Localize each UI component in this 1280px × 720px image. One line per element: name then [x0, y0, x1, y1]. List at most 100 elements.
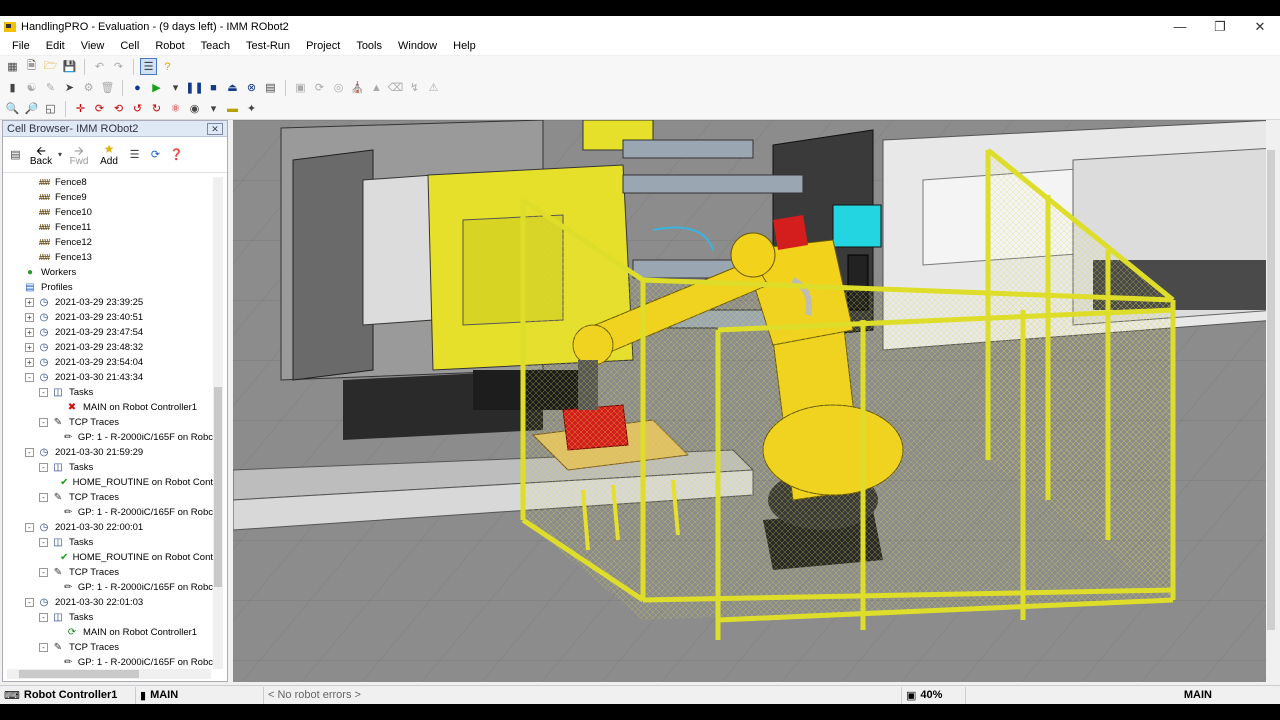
tree-item[interactable]: - ◷ 2021-03-30 22:00:01 [3, 520, 213, 535]
cell-3d-viewport[interactable] [233, 120, 1276, 682]
tree-horizontal-scrollbar[interactable] [7, 669, 211, 679]
forward-button[interactable]: 🡪 Fwd [66, 142, 92, 167]
zoom-window-icon[interactable]: ◱ [42, 100, 59, 117]
tree-item[interactable]: - ◫ Tasks [3, 460, 213, 475]
expand-icon[interactable]: + [25, 328, 34, 337]
tree-item[interactable]: ✏ GP: 1 - R-2000iC/165F on Robc [3, 580, 213, 595]
tree-item[interactable]: - ✎ TCP Traces [3, 565, 213, 580]
tree-item[interactable]: ✏ GP: 1 - R-2000iC/165F on Robc [3, 655, 213, 670]
maximize-icon[interactable]: ❐ [1200, 16, 1240, 37]
camera-icon[interactable]: ◉ [186, 100, 203, 117]
menu-test-run[interactable]: Test-Run [238, 40, 298, 52]
tree-item[interactable]: + ◷ 2021-03-29 23:54:04 [3, 355, 213, 370]
expand-icon[interactable]: + [25, 298, 34, 307]
tree-item[interactable]: ⟳ MAIN on Robot Controller1 [3, 625, 213, 640]
status-zoom[interactable]: ▣ 40% [902, 686, 966, 704]
play-options-icon[interactable]: ▾ [167, 79, 184, 96]
menu-help[interactable]: Help [445, 40, 484, 52]
tree-view-icon[interactable]: ☰ [126, 146, 143, 163]
eraser-icon[interactable]: ⌫ [387, 79, 404, 96]
tree-item[interactable]: + ◷ 2021-03-29 23:39:25 [3, 295, 213, 310]
tree-item[interactable]: ● Workers [3, 265, 213, 280]
tree-item[interactable]: - ◷ 2021-03-30 21:59:29 [3, 445, 213, 460]
collapse-icon[interactable]: - [39, 418, 48, 427]
tree-item[interactable]: - ◫ Tasks [3, 535, 213, 550]
tree-item[interactable]: ### Fence11 [3, 220, 213, 235]
status-program[interactable]: ▮ MAIN [136, 686, 264, 704]
collapse-icon[interactable]: - [39, 538, 48, 547]
tree-item[interactable]: ✖ MAIN on Robot Controller1 [3, 400, 213, 415]
collapse-icon[interactable]: - [25, 448, 34, 457]
abort-icon[interactable]: ⊗ [243, 79, 260, 96]
network-icon[interactable]: ⚠ [425, 79, 442, 96]
undo-icon[interactable]: ↶ [91, 58, 108, 75]
close-panel-icon[interactable]: ✕ [207, 122, 223, 135]
tool-icon[interactable]: ⛪ [349, 79, 366, 96]
expand-icon[interactable]: + [25, 313, 34, 322]
tree-vertical-scrollbar[interactable] [213, 177, 223, 669]
menu-window[interactable]: Window [390, 40, 445, 52]
expand-icon[interactable]: + [25, 358, 34, 367]
tree-item[interactable]: ▤ Profiles [3, 280, 213, 295]
menu-project[interactable]: Project [298, 40, 348, 52]
menu-teach[interactable]: Teach [193, 40, 238, 52]
calc-icon[interactable]: ▣ [292, 79, 309, 96]
save-icon[interactable]: 💾 [61, 58, 78, 75]
tree-item[interactable]: ### Fence12 [3, 235, 213, 250]
camera-options-icon[interactable]: ▾ [205, 100, 222, 117]
tree-item[interactable]: - ◷ 2021-03-30 21:43:34 [3, 370, 213, 385]
collapse-icon[interactable]: - [39, 388, 48, 397]
sync-icon[interactable]: ⟳ [311, 79, 328, 96]
menu-file[interactable]: File [4, 40, 38, 52]
stop-icon[interactable]: ■ [205, 79, 222, 96]
status-controller[interactable]: ⌨ Robot Controller1 [0, 686, 136, 704]
grid-icon[interactable]: ▦ [4, 58, 21, 75]
open-folder-icon[interactable]: 🗁 [42, 58, 59, 75]
zoom-in-icon[interactable]: 🔍 [4, 100, 21, 117]
collapse-icon[interactable]: - [39, 613, 48, 622]
pause-icon[interactable]: ❚❚ [185, 79, 203, 96]
menu-edit[interactable]: Edit [38, 40, 73, 52]
move-to-icon[interactable]: ➤ [61, 79, 78, 96]
tree-item[interactable]: ✏ GP: 1 - R-2000iC/165F on Robc [3, 430, 213, 445]
tree-item[interactable]: + ◷ 2021-03-29 23:47:54 [3, 325, 213, 340]
tree-item[interactable]: ✏ GP: 1 - R-2000iC/165F on Robc [3, 505, 213, 520]
orbit-icon[interactable]: ⚛ [167, 100, 184, 117]
collapse-icon[interactable]: - [39, 493, 48, 502]
online-icon[interactable]: ↯ [406, 79, 423, 96]
tree-scroll-thumb[interactable] [214, 387, 222, 587]
expand-icon[interactable]: + [25, 343, 34, 352]
record-icon[interactable]: ● [129, 79, 146, 96]
rotate-free-icon[interactable]: ↻ [148, 100, 165, 117]
tree-item[interactable]: ✔ HOME_ROUTINE on Robot Cont [3, 550, 213, 565]
back-button[interactable]: 🡨 Back [28, 142, 54, 167]
tree-item[interactable]: ### Fence10 [3, 205, 213, 220]
program-icon[interactable]: ⚙ [80, 79, 97, 96]
tree-item[interactable]: ### Fence8 [3, 175, 213, 190]
tree-item[interactable]: - ✎ TCP Traces [3, 640, 213, 655]
menu-view[interactable]: View [73, 40, 113, 52]
target-icon[interactable]: ◎ [330, 79, 347, 96]
tree-item[interactable]: - ✎ TCP Traces [3, 490, 213, 505]
axis-icon[interactable]: ✛ [72, 100, 89, 117]
redo-icon[interactable]: ↷ [110, 58, 127, 75]
cell-browser-icon[interactable]: ☰ [140, 58, 157, 75]
collapse-icon[interactable]: - [25, 598, 34, 607]
refresh-icon[interactable]: ⟳ [147, 146, 164, 163]
menu-tools[interactable]: Tools [348, 40, 390, 52]
browser-help-icon[interactable]: ❓ [168, 146, 185, 163]
tree-item[interactable]: ### Fence13 [3, 250, 213, 265]
tree-item[interactable]: + ◷ 2021-03-29 23:48:32 [3, 340, 213, 355]
collapse-icon[interactable]: - [39, 643, 48, 652]
zoom-out-icon[interactable]: 🔎 [23, 100, 40, 117]
collapse-icon[interactable]: - [25, 373, 34, 382]
panel-icon[interactable]: ▤ [262, 79, 279, 96]
collapse-icon[interactable]: - [25, 523, 34, 532]
menu-cell[interactable]: Cell [112, 40, 147, 52]
minimize-icon[interactable]: — [1160, 16, 1200, 37]
tree-hscroll-thumb[interactable] [19, 670, 139, 678]
help-icon[interactable]: ? [159, 58, 176, 75]
tree-item[interactable]: - ◫ Tasks [3, 610, 213, 625]
collapse-icon[interactable]: - [39, 568, 48, 577]
play-icon[interactable]: ▶ [148, 79, 165, 96]
